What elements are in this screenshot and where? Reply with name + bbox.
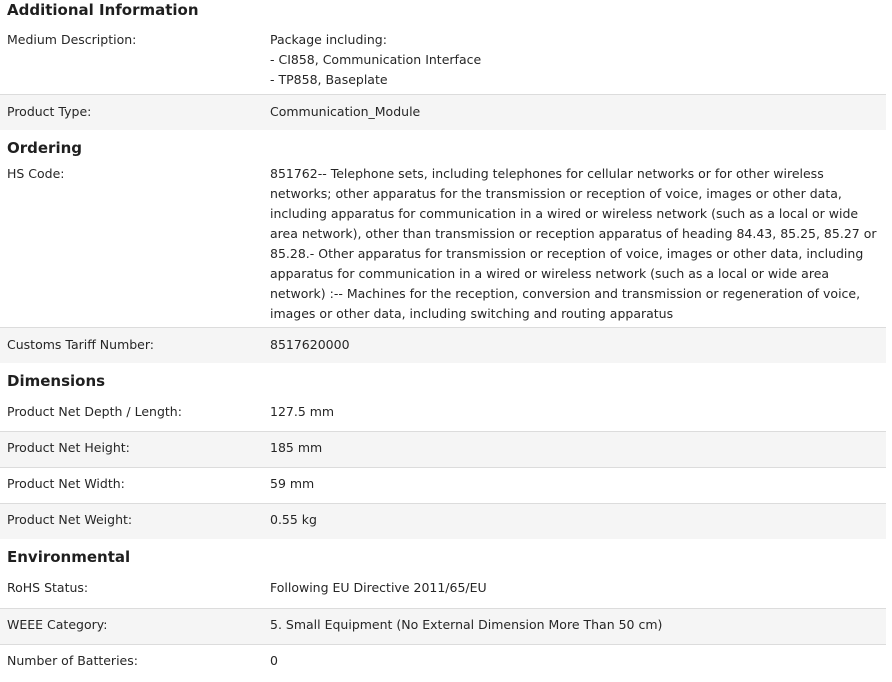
- row-value: 185 mm: [270, 440, 323, 455]
- row-product-net-depth: Product Net Depth / Length: 127.5 mm: [0, 396, 886, 431]
- section-title-additional-information: Additional Information: [7, 1, 199, 19]
- value-line: - CI858, Communication Interface: [270, 52, 482, 67]
- value-line: - TP858, Baseplate: [270, 72, 388, 87]
- row-medium-description: Medium Description: Package including: -…: [0, 24, 886, 94]
- row-label: Product Net Weight:: [7, 512, 133, 527]
- row-product-type: Product Type: Communication_Module: [0, 95, 886, 130]
- row-value: 0.55 kg: [270, 512, 317, 527]
- product-details: Additional Information Medium Descriptio…: [0, 0, 886, 680]
- row-value: Package including: - CI858, Communicatio…: [270, 30, 886, 90]
- row-value: 8517620000: [270, 337, 350, 352]
- row-label: Product Type:: [7, 104, 92, 119]
- row-label: Product Net Height:: [7, 440, 130, 455]
- value-line: Package including:: [270, 32, 387, 47]
- row-label: Customs Tariff Number:: [7, 337, 155, 352]
- row-product-net-width: Product Net Width: 59 mm: [0, 468, 886, 503]
- row-value: Following EU Directive 2011/65/EU: [270, 580, 487, 595]
- section-title-environmental: Environmental: [7, 548, 131, 566]
- row-hs-code: HS Code: 851762-- Telephone sets, includ…: [0, 164, 886, 327]
- row-customs-tariff-number: Customs Tariff Number: 8517620000: [0, 328, 886, 363]
- row-product-net-weight: Product Net Weight: 0.55 kg: [0, 504, 886, 539]
- row-value: Communication_Module: [270, 104, 421, 119]
- row-value: 127.5 mm: [270, 404, 335, 419]
- row-weee-category: WEEE Category: 5. Small Equipment (No Ex…: [0, 609, 886, 644]
- row-value: 851762-- Telephone sets, including telep…: [270, 166, 877, 321]
- row-value: 59 mm: [270, 476, 315, 491]
- row-label: Product Net Depth / Length:: [7, 404, 182, 419]
- row-number-of-batteries: Number of Batteries: 0: [0, 645, 886, 680]
- row-value: 5. Small Equipment (No External Dimensio…: [270, 617, 663, 632]
- section-title-ordering: Ordering: [7, 139, 83, 157]
- section-title-dimensions: Dimensions: [7, 372, 106, 390]
- row-label: Number of Batteries:: [7, 653, 138, 668]
- row-product-net-height: Product Net Height: 185 mm: [0, 432, 886, 467]
- row-label: Product Net Width:: [7, 476, 125, 491]
- row-label: HS Code:: [7, 166, 65, 181]
- row-label: WEEE Category:: [7, 617, 108, 632]
- row-label: Medium Description:: [7, 32, 137, 47]
- row-label: RoHS Status:: [7, 580, 89, 595]
- row-rohs-status: RoHS Status: Following EU Directive 2011…: [0, 573, 886, 608]
- row-value: 0: [270, 653, 278, 668]
